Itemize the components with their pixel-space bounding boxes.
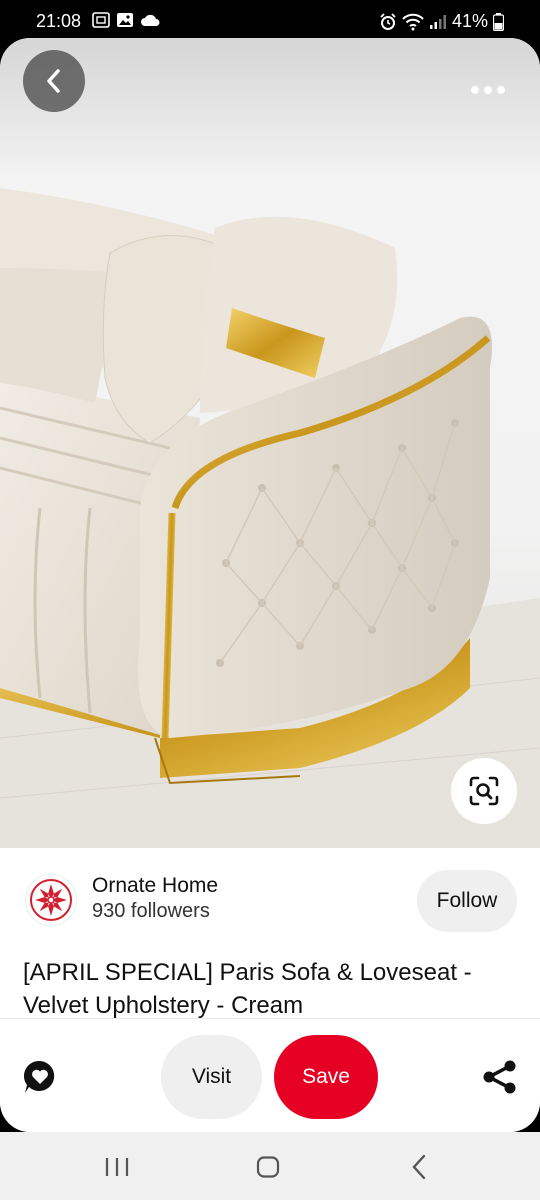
wifi-icon [402, 13, 424, 30]
visual-search-button[interactable] [451, 758, 517, 824]
home-icon[interactable] [256, 1156, 280, 1178]
visit-button[interactable]: Visit [161, 1035, 262, 1119]
creator-followers: 930 followers [92, 900, 210, 922]
pin-title: [APRIL SPECIAL] Paris Sofa & Loveseat - … [23, 959, 472, 1019]
pin-image[interactable] [0, 38, 540, 848]
screenshot-icon [92, 12, 110, 28]
follow-button[interactable]: Follow [417, 870, 517, 932]
creator-avatar[interactable] [25, 874, 77, 926]
back-button[interactable] [23, 50, 85, 112]
signal-icon [429, 14, 446, 29]
comment-button[interactable] [20, 1057, 60, 1097]
save-button[interactable]: Save [274, 1035, 378, 1119]
more-dot-icon [497, 86, 505, 94]
chevron-left-icon [47, 69, 60, 93]
more-options-button[interactable] [466, 78, 510, 102]
recents-icon[interactable] [102, 1156, 132, 1178]
system-nav-bar [0, 1132, 540, 1200]
more-dot-icon [471, 86, 479, 94]
status-time: 21:08 [36, 11, 82, 31]
ornate-home-logo-icon [30, 879, 72, 921]
back-icon[interactable] [408, 1154, 432, 1180]
creator-name[interactable]: Ornate Home [92, 874, 218, 898]
creator-row: Ornate Home 930 followers Follow [0, 866, 540, 936]
status-system-icons: 41% [379, 11, 504, 32]
battery-icon [493, 12, 504, 31]
cloud-icon [141, 14, 160, 26]
gallery-icon [117, 13, 133, 27]
battery-percent: 41% [451, 11, 488, 31]
sofa-image [0, 38, 540, 848]
pin-detail-screen: Ornate Home 930 followers Follow [APRIL … [0, 38, 540, 1132]
status-bar: 21:08 41% [0, 0, 540, 40]
status-notification-icons [92, 12, 160, 28]
share-button[interactable] [480, 1057, 520, 1097]
action-bar: Visit Save [0, 1018, 540, 1132]
share-icon [483, 1060, 516, 1094]
alarm-icon [380, 12, 396, 30]
lens-search-icon [469, 776, 499, 806]
more-dot-icon [484, 86, 492, 94]
comment-heart-icon [23, 1060, 55, 1093]
